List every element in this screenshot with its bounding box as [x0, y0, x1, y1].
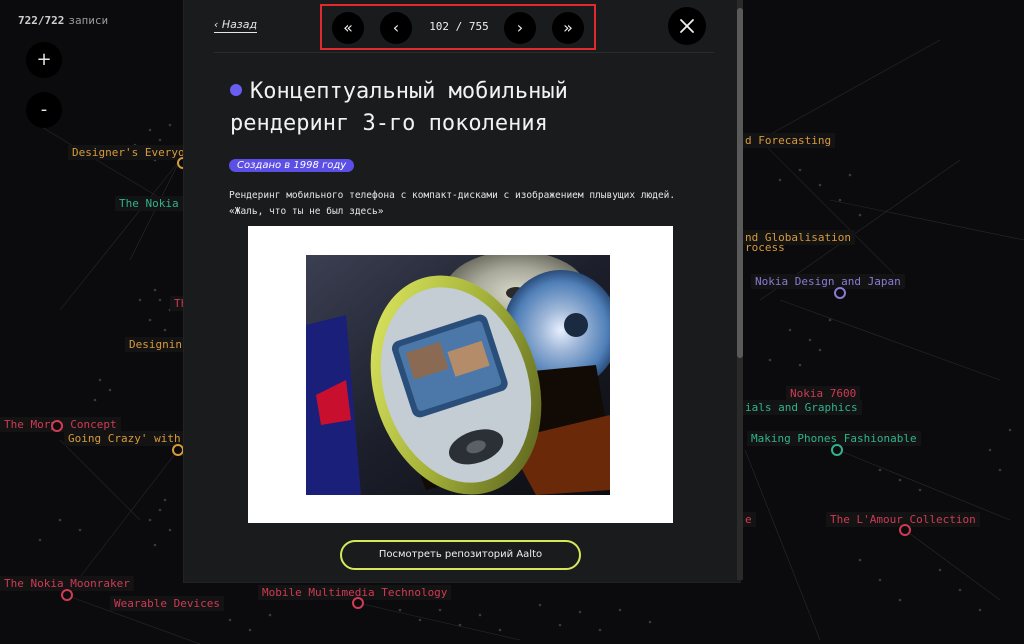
- next-page-button[interactable]: ›: [504, 12, 536, 44]
- graph-node[interactable]: [831, 444, 843, 456]
- record-image-frame: [248, 226, 673, 523]
- record-count: 722/722: [18, 14, 65, 27]
- graph-node-label[interactable]: Designer's Everyo: [68, 145, 189, 160]
- graph-node-label[interactable]: Nokia 7600: [786, 386, 861, 401]
- graph-node[interactable]: [172, 444, 184, 456]
- page-status: 102 / 755: [429, 20, 489, 33]
- graph-node-label[interactable]: Wearable Devices: [110, 596, 224, 611]
- record-counter: 722/722 записи: [18, 14, 108, 27]
- first-page-button[interactable]: «: [332, 12, 364, 44]
- record-image: [306, 255, 610, 495]
- graph-node-label[interactable]: Going Crazy' with: [64, 431, 185, 446]
- modal-scrollbar-thumb[interactable]: [737, 8, 743, 358]
- back-link[interactable]: ‹ Назад: [214, 18, 258, 33]
- graph-node[interactable]: [51, 420, 63, 432]
- graph-node-label[interactable]: Designin: [125, 337, 186, 352]
- graph-node-label[interactable]: e: [741, 512, 756, 527]
- graph-node-label[interactable]: ials and Graphics: [741, 400, 862, 415]
- zoom-out-button[interactable]: -: [26, 92, 62, 128]
- graph-node-label[interactable]: The Nokia: [115, 196, 183, 211]
- record-title-text: Концептуальный мобильный рендеринг 3-го …: [230, 79, 568, 136]
- graph-node[interactable]: [834, 287, 846, 299]
- close-button[interactable]: [668, 7, 706, 45]
- previous-page-button[interactable]: ‹: [380, 12, 412, 44]
- header-divider: [214, 52, 714, 53]
- last-page-button[interactable]: »: [552, 12, 584, 44]
- year-badge: Создано в 1998 году: [229, 159, 355, 172]
- graph-node-label[interactable]: rocess: [741, 240, 789, 255]
- record-count-label: записи: [68, 14, 109, 27]
- graph-node-label[interactable]: Nokia Design and Japan: [751, 274, 905, 289]
- pagination-controls: « ‹ 102 / 755 › »: [320, 4, 596, 50]
- record-detail-modal: ‹ Назад « ‹ 102 / 755 › » Концептуальный…: [184, 0, 740, 582]
- zoom-in-button[interactable]: +: [26, 42, 62, 78]
- graph-node-label[interactable]: d Forecasting: [741, 133, 836, 148]
- graph-node[interactable]: [61, 589, 73, 601]
- modal-scrollbar[interactable]: [737, 0, 743, 580]
- close-icon: [680, 19, 694, 33]
- record-title: Концептуальный мобильный рендеринг 3-го …: [230, 76, 690, 140]
- title-dot-icon: [230, 84, 242, 96]
- graph-node[interactable]: [352, 597, 364, 609]
- view-repository-button[interactable]: Посмотреть репозиторий Aalto: [340, 540, 581, 570]
- graph-node[interactable]: [899, 524, 911, 536]
- record-description: Рендеринг мобильного телефона с компакт-…: [229, 190, 676, 217]
